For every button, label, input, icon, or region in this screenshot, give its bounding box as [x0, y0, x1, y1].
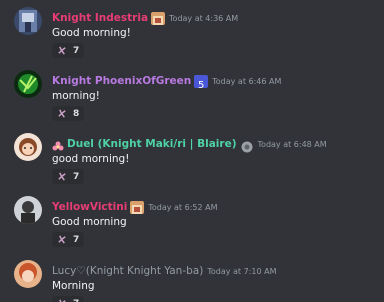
message-text: good morning! — [52, 153, 130, 165]
knight-badge-icon — [130, 200, 145, 214]
reaction-button[interactable]: 8 — [52, 106, 85, 121]
reaction-button[interactable]: 7 — [52, 232, 85, 247]
timestamp[interactable]: Today at 6:48 AM — [258, 140, 327, 149]
cherry-blossom-icon — [59, 299, 66, 302]
reaction-count: 7 — [73, 234, 80, 245]
avatar[interactable] — [14, 7, 42, 35]
timestamp[interactable]: Today at 6:52 AM — [148, 203, 217, 212]
flower-icon — [52, 138, 64, 151]
message-text: Good morning — [52, 216, 127, 228]
server-badge-icon — [240, 138, 254, 152]
avatar[interactable] — [14, 70, 42, 98]
reaction-count: 7 — [73, 299, 79, 302]
cherry-blossom-icon — [58, 172, 66, 181]
avatar[interactable] — [14, 133, 42, 161]
knight-badge-icon — [151, 11, 166, 25]
avatar-image-icon — [14, 133, 42, 161]
reaction-count: 8 — [73, 108, 80, 119]
message-item: Duel (Knight Maki/ri | Blaire) Today at … — [0, 126, 384, 188]
reaction-count: 7 — [73, 45, 80, 56]
reaction-button[interactable]: 7 — [52, 296, 85, 302]
reaction-count: 7 — [73, 171, 80, 182]
message-text: Morning — [52, 280, 95, 292]
message-text: Good morning! — [52, 27, 131, 39]
avatar-image-icon — [14, 196, 42, 224]
timestamp[interactable]: Today at 7:10 AM — [207, 267, 276, 276]
avatar-image-icon — [14, 260, 42, 288]
username[interactable]: Duel (Knight Maki/ri | Blaire) — [67, 138, 237, 150]
timestamp[interactable]: Today at 6:46 AM — [212, 77, 281, 86]
message-item: Knight Indestria Today at 4:36 AM Good m… — [0, 0, 384, 62]
avatar-image-icon — [14, 7, 42, 35]
timestamp[interactable]: Today at 4:36 AM — [169, 14, 238, 23]
message-text: morning! — [52, 90, 100, 102]
role-badge-icon: 5 — [194, 74, 209, 91]
message-item: YellowVictini Today at 6:52 AM Good morn… — [0, 189, 384, 251]
avatar[interactable] — [14, 196, 42, 224]
message-item: Lucy♡(Knight Knight Yan-ba) Today at 7:1… — [0, 253, 384, 302]
username[interactable]: Lucy♡(Knight Knight Yan-ba) — [52, 265, 203, 277]
avatar-image-icon — [14, 70, 42, 98]
message-item: Knight PhoenixOfGreen 5 Today at 6:46 AM… — [0, 63, 384, 125]
cherry-blossom-icon — [58, 46, 66, 55]
reaction-button[interactable]: 7 — [52, 43, 85, 58]
username[interactable]: Knight PhoenixOfGreen — [52, 75, 191, 87]
svg-text:5: 5 — [198, 80, 204, 90]
cherry-blossom-icon — [58, 109, 66, 118]
username[interactable]: Knight Indestria — [52, 12, 148, 24]
reaction-button[interactable]: 7 — [52, 169, 85, 184]
username[interactable]: YellowVictini — [52, 201, 127, 213]
cherry-blossom-icon — [58, 235, 66, 244]
avatar[interactable] — [14, 260, 42, 288]
